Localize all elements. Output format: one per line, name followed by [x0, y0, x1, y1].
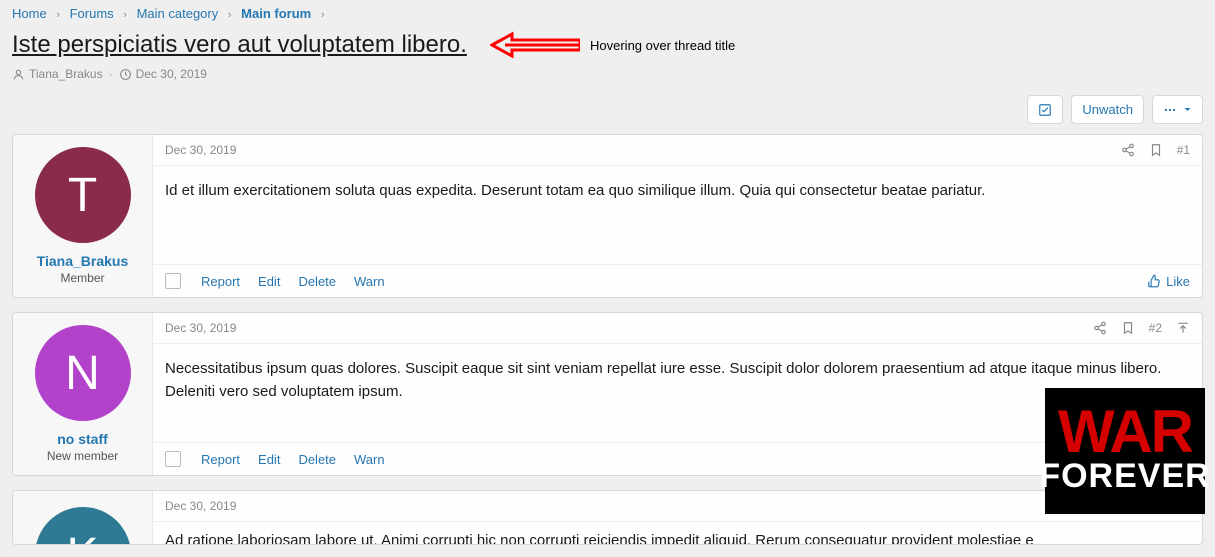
post: K Dec 30, 2019 Ad ratione laboriosam lab…: [12, 490, 1203, 545]
post-date[interactable]: Dec 30, 2019: [165, 321, 236, 335]
avatar[interactable]: T: [35, 147, 131, 243]
share-icon[interactable]: [1093, 321, 1107, 335]
user-icon: [12, 68, 25, 81]
chevron-right-icon: ›: [315, 9, 331, 21]
chevron-right-icon: ›: [50, 9, 66, 21]
brand-logo: WAR FOREVER: [1045, 388, 1205, 514]
crumb-forum[interactable]: Main forum: [241, 6, 311, 21]
like-button[interactable]: Like: [1147, 274, 1190, 289]
chevron-right-icon: ›: [222, 9, 238, 21]
more-icon: [1163, 103, 1177, 117]
annotation-label: Hovering over thread title: [590, 38, 735, 53]
post-sidebar: K: [13, 491, 153, 544]
warn-link[interactable]: Warn: [354, 274, 385, 289]
caret-down-icon: [1183, 105, 1192, 114]
post: T Tiana_Brakus Member Dec 30, 2019 #1 Id…: [12, 134, 1203, 298]
thread-author[interactable]: Tiana_Brakus: [29, 67, 103, 81]
chevron-right-icon: ›: [117, 9, 133, 21]
post-header: Dec 30, 2019 #1: [153, 135, 1202, 166]
select-checkbox[interactable]: [165, 451, 181, 467]
edit-link[interactable]: Edit: [258, 452, 280, 467]
avatar[interactable]: K: [35, 507, 131, 545]
post-number[interactable]: #2: [1149, 321, 1162, 335]
avatar[interactable]: N: [35, 325, 131, 421]
warn-link[interactable]: Warn: [354, 452, 385, 467]
bookmark-icon[interactable]: [1121, 321, 1135, 335]
unwatch-button[interactable]: Unwatch: [1071, 95, 1144, 124]
author-link[interactable]: no staff: [21, 431, 144, 447]
post-header: Dec 30, 2019 #2: [153, 313, 1202, 344]
edit-link[interactable]: Edit: [258, 274, 280, 289]
post-sidebar: N no staff New member: [13, 313, 153, 475]
post-date[interactable]: Dec 30, 2019: [165, 143, 236, 157]
delete-link[interactable]: Delete: [298, 274, 336, 289]
bookmark-icon[interactable]: [1149, 143, 1163, 157]
delete-link[interactable]: Delete: [298, 452, 336, 467]
post-date[interactable]: Dec 30, 2019: [165, 499, 236, 513]
post-content: Id et illum exercitationem soluta quas e…: [153, 166, 1202, 264]
select-button[interactable]: [1027, 95, 1063, 124]
share-icon[interactable]: [1121, 143, 1135, 157]
author-rank: New member: [21, 449, 144, 463]
post: N no staff New member Dec 30, 2019 #2 Ne…: [12, 312, 1203, 476]
crumb-home[interactable]: Home: [12, 6, 47, 21]
crumb-forums[interactable]: Forums: [70, 6, 114, 21]
thread-meta: Tiana_Brakus · Dec 30, 2019: [0, 63, 1215, 85]
author-link[interactable]: Tiana_Brakus: [21, 253, 144, 269]
post-sidebar: T Tiana_Brakus Member: [13, 135, 153, 297]
report-link[interactable]: Report: [201, 452, 240, 467]
logo-line-2: FOREVER: [1039, 457, 1210, 496]
annotation-arrow-icon: [490, 30, 580, 63]
clock-icon: [119, 68, 132, 81]
breadcrumb: Home › Forums › Main category › Main for…: [0, 0, 1215, 27]
report-link[interactable]: Report: [201, 274, 240, 289]
actions-row: Unwatch: [0, 85, 1215, 134]
post-content: Ad ratione laboriosam labore ut. Animi c…: [153, 522, 1202, 545]
post-number[interactable]: #1: [1177, 143, 1190, 157]
thread-date: Dec 30, 2019: [136, 67, 207, 81]
logo-line-1: WAR: [1058, 406, 1192, 457]
more-button[interactable]: [1152, 95, 1203, 124]
posts-list: T Tiana_Brakus Member Dec 30, 2019 #1 Id…: [0, 134, 1215, 557]
select-checkbox[interactable]: [165, 273, 181, 289]
post-main: Dec 30, 2019 #1 Id et illum exercitation…: [153, 135, 1202, 297]
thumbs-up-icon: [1147, 274, 1161, 288]
scroll-top-icon[interactable]: [1176, 321, 1190, 335]
crumb-category[interactable]: Main category: [137, 6, 219, 21]
checkbox-icon: [1038, 103, 1052, 117]
author-rank: Member: [21, 271, 144, 285]
thread-title[interactable]: Iste perspiciatis vero aut voluptatem li…: [12, 31, 467, 59]
post-footer: Report Edit Delete Warn Like: [153, 264, 1202, 297]
